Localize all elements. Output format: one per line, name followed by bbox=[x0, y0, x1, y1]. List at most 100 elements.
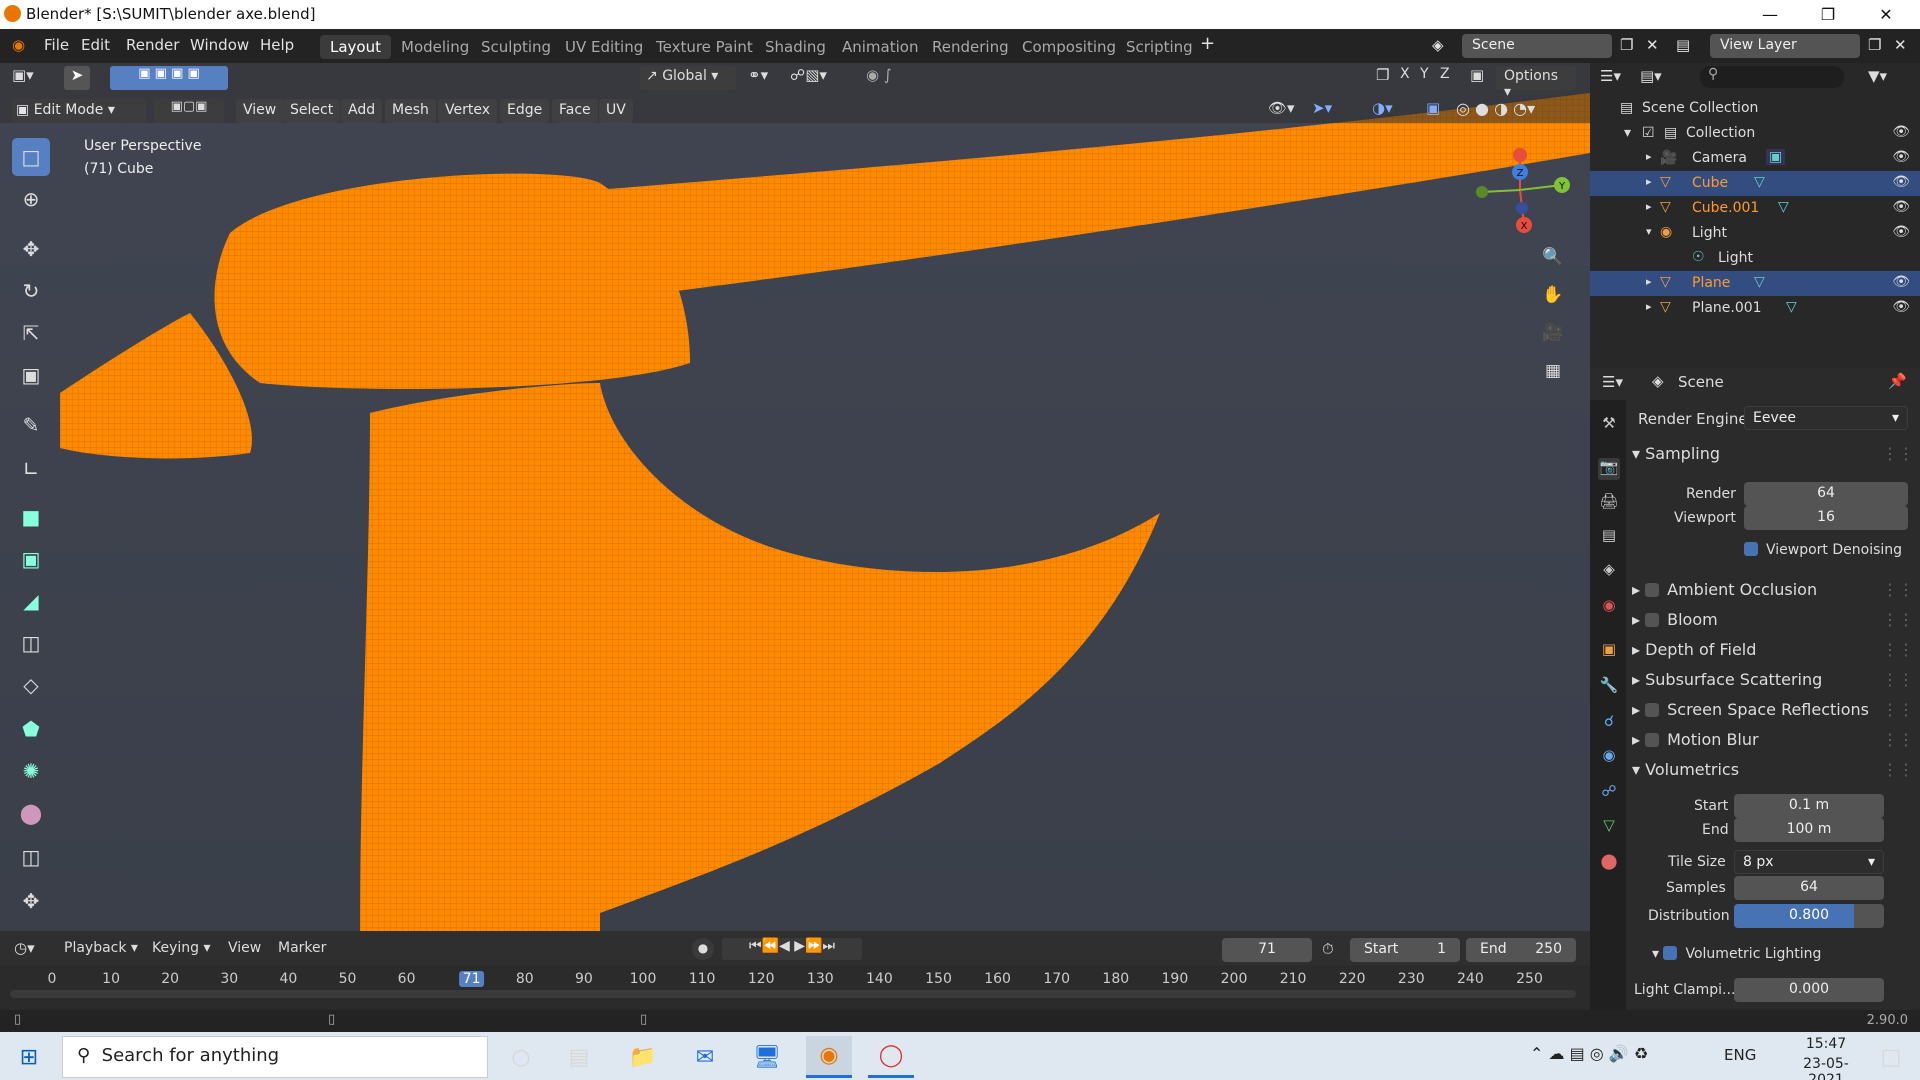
language-indicator[interactable]: ENG bbox=[1724, 1046, 1756, 1064]
menu-vertex[interactable]: Vertex bbox=[438, 99, 498, 123]
blender-menu-icon[interactable]: ◉ bbox=[12, 36, 25, 54]
poly-build-icon[interactable]: ⬟ bbox=[12, 710, 50, 748]
timeline-view-menu[interactable]: View bbox=[228, 940, 261, 956]
display-mode-icon[interactable]: ▤▾ bbox=[1640, 67, 1662, 85]
menu-edge[interactable]: Edge bbox=[500, 99, 550, 123]
scene-tab-icon[interactable]: ◈ bbox=[1598, 560, 1620, 582]
xray-toggle-icon[interactable]: ▣ bbox=[1426, 99, 1440, 117]
clock-date[interactable]: 23-05-2021 bbox=[1786, 1056, 1866, 1080]
vol-end-field[interactable]: 100 m bbox=[1734, 818, 1884, 842]
gizmo-toggle-icon[interactable]: ➤▾ bbox=[1312, 99, 1332, 117]
tab-scripting[interactable]: Scripting bbox=[1116, 35, 1203, 59]
outliner-row-plane[interactable]: ▸ ▽ Plane ▽ 👁 bbox=[1590, 271, 1920, 296]
volumetric-lighting-checkbox[interactable]: ▾ Volumetric Lighting bbox=[1652, 946, 1821, 962]
modifier-tab-icon[interactable]: 🔧 bbox=[1598, 676, 1620, 698]
taskbar-search-input[interactable]: ⚲ Search for anything bbox=[62, 1036, 488, 1078]
new-scene-icon[interactable]: ❐ bbox=[1620, 36, 1633, 54]
outliner-row-light-data[interactable]: ☉ Light bbox=[1590, 246, 1920, 271]
windows-start-icon[interactable]: ⊞ bbox=[6, 1036, 52, 1078]
expand-icon[interactable]: ▾ bbox=[1646, 225, 1652, 238]
mesh-data-icon[interactable]: ▽ bbox=[1754, 274, 1765, 290]
menu-uv[interactable]: UV bbox=[599, 99, 633, 123]
3d-viewport[interactable] bbox=[0, 63, 1590, 931]
notifications-icon[interactable]: □ bbox=[1868, 1036, 1914, 1078]
panel-ambient-occlusion[interactable]: ▸ Ambient Occlusion ⋮⋮ bbox=[1632, 580, 1914, 608]
menu-add[interactable]: Add bbox=[341, 99, 383, 123]
loop-cut-icon[interactable]: ◫ bbox=[12, 624, 50, 662]
outliner-row-collection[interactable]: ▾ ☑ ▤ Collection 👁 bbox=[1590, 121, 1920, 146]
camera-view-icon[interactable]: 🎥 bbox=[1538, 318, 1568, 348]
menu-window[interactable]: Window bbox=[190, 36, 249, 54]
view-layer-icon[interactable]: ▤ bbox=[1676, 36, 1690, 54]
current-frame-field[interactable]: 71 bbox=[1222, 938, 1312, 962]
menu-face[interactable]: Face bbox=[552, 99, 598, 123]
menu-render[interactable]: Render bbox=[126, 36, 179, 54]
zoom-icon[interactable]: 🔍 bbox=[1538, 242, 1568, 272]
outliner-editor-icon[interactable]: ☰▾ bbox=[1600, 67, 1621, 85]
editor-type-icon[interactable]: ▣▾ bbox=[12, 66, 34, 84]
computer-icon[interactable]: 🖥 bbox=[744, 1036, 790, 1078]
timeline-playback-menu[interactable]: Playback ▾ bbox=[64, 940, 138, 956]
outliner-row-camera[interactable]: ▸ 🎥 Camera ▣ 👁 bbox=[1590, 146, 1920, 171]
inset-icon[interactable]: ▣ bbox=[12, 540, 50, 578]
scene-name-field[interactable]: Scene bbox=[1462, 34, 1612, 58]
timeline-marker-menu[interactable]: Marker bbox=[278, 940, 326, 956]
object-tab-icon[interactable]: ▣ bbox=[1598, 640, 1620, 662]
pin-icon[interactable]: 📌 bbox=[1888, 372, 1907, 390]
tab-sculpting[interactable]: Sculpting bbox=[471, 35, 561, 59]
select-box-icon[interactable]: □ bbox=[12, 138, 50, 176]
mode-dropdown[interactable]: ▣ Edit Mode ▾ bbox=[12, 99, 146, 123]
scene-selector-icon[interactable]: ◈ bbox=[1432, 36, 1444, 54]
mirror-icon[interactable]: ❐ bbox=[1376, 66, 1389, 84]
outliner-search-input[interactable]: ⚲ bbox=[1700, 66, 1844, 88]
menu-mesh[interactable]: Mesh bbox=[385, 99, 436, 123]
render-engine-dropdown[interactable]: Eevee ▾ bbox=[1744, 406, 1908, 430]
mesh-data-icon[interactable]: ▽ bbox=[1778, 199, 1789, 215]
outliner-row-plane-001[interactable]: ▸ ▽ Plane.001 ▽ 👁 bbox=[1590, 296, 1920, 321]
mirror-y-toggle[interactable]: Y bbox=[1420, 66, 1429, 82]
mail-icon[interactable]: ✉ bbox=[682, 1036, 728, 1078]
distribution-slider[interactable]: 0.800 bbox=[1734, 904, 1884, 928]
chrome-icon[interactable]: ◯ bbox=[868, 1036, 914, 1078]
remove-scene-icon[interactable]: ✕ bbox=[1646, 36, 1659, 54]
rotate-icon[interactable]: ↻ bbox=[12, 272, 50, 310]
world-tab-icon[interactable]: ◉ bbox=[1598, 596, 1620, 618]
checkbox-icon[interactable]: ☑ bbox=[1642, 125, 1655, 141]
overlay-toggle-icon[interactable]: ◑▾ bbox=[1372, 99, 1393, 117]
render-samples-field[interactable]: 64 bbox=[1744, 482, 1908, 506]
expand-icon[interactable]: ▸ bbox=[1646, 275, 1652, 288]
navigation-gizmo[interactable]: Y Z X bbox=[1470, 140, 1570, 240]
expand-icon[interactable]: ▸ bbox=[1646, 200, 1652, 213]
mirror-z-toggle[interactable]: Z bbox=[1440, 66, 1450, 82]
tab-compositing[interactable]: Compositing bbox=[1012, 35, 1126, 59]
ortho-grid-icon[interactable]: ▦ bbox=[1538, 356, 1568, 386]
output-tab-icon[interactable]: 🖨 bbox=[1598, 492, 1620, 514]
panel-sampling[interactable]: ▾ Sampling ⋮⋮ bbox=[1632, 444, 1914, 472]
system-tray-icons[interactable]: ⌃ ☁ ▤ ◎ 🔊 ♻ bbox=[1530, 1044, 1648, 1063]
visibility-eye-icon[interactable]: 👁 bbox=[1892, 149, 1910, 165]
file-explorer-icon[interactable]: 📁 bbox=[620, 1036, 666, 1078]
panel-volumetrics[interactable]: ▾ Volumetrics ⋮⋮ bbox=[1632, 760, 1914, 788]
expand-icon[interactable]: ▸ bbox=[1646, 300, 1652, 313]
remove-view-layer-icon[interactable]: ✕ bbox=[1894, 36, 1907, 54]
timeline-editor-icon[interactable]: ◷▾ bbox=[14, 939, 35, 957]
tile-size-dropdown[interactable]: 8 px ▾ bbox=[1734, 850, 1884, 874]
render-tab-icon[interactable]: 📷 bbox=[1598, 458, 1620, 480]
frame-start-field[interactable]: Start 1 bbox=[1350, 938, 1460, 962]
light-clamp-field[interactable]: 0.000 bbox=[1734, 978, 1884, 1002]
tab-texture-paint[interactable]: Texture Paint bbox=[646, 35, 763, 59]
mirror-x-toggle[interactable]: X bbox=[1400, 66, 1410, 82]
minimize-button[interactable]: — bbox=[1742, 0, 1798, 29]
task-view-icon[interactable]: ▤ bbox=[556, 1036, 602, 1078]
properties-editor-icon[interactable]: ☰▾ bbox=[1602, 373, 1623, 391]
view-layer-field[interactable]: View Layer bbox=[1710, 34, 1860, 58]
menu-file[interactable]: File bbox=[44, 36, 69, 54]
panel-screen-space-reflections[interactable]: ▸ Screen Space Reflections ⋮⋮ bbox=[1632, 700, 1914, 728]
expand-icon[interactable]: ▸ bbox=[1646, 150, 1652, 163]
blender-taskbar-icon[interactable]: ◉ bbox=[806, 1036, 852, 1078]
smooth-icon[interactable]: ⬤ bbox=[12, 794, 50, 832]
bevel-icon[interactable]: ◢ bbox=[12, 582, 50, 620]
timeline-scrollbar[interactable] bbox=[10, 990, 1576, 998]
visibility-icon[interactable]: 👁▾ bbox=[1268, 99, 1295, 117]
visibility-eye-icon[interactable]: 👁 bbox=[1892, 124, 1910, 140]
